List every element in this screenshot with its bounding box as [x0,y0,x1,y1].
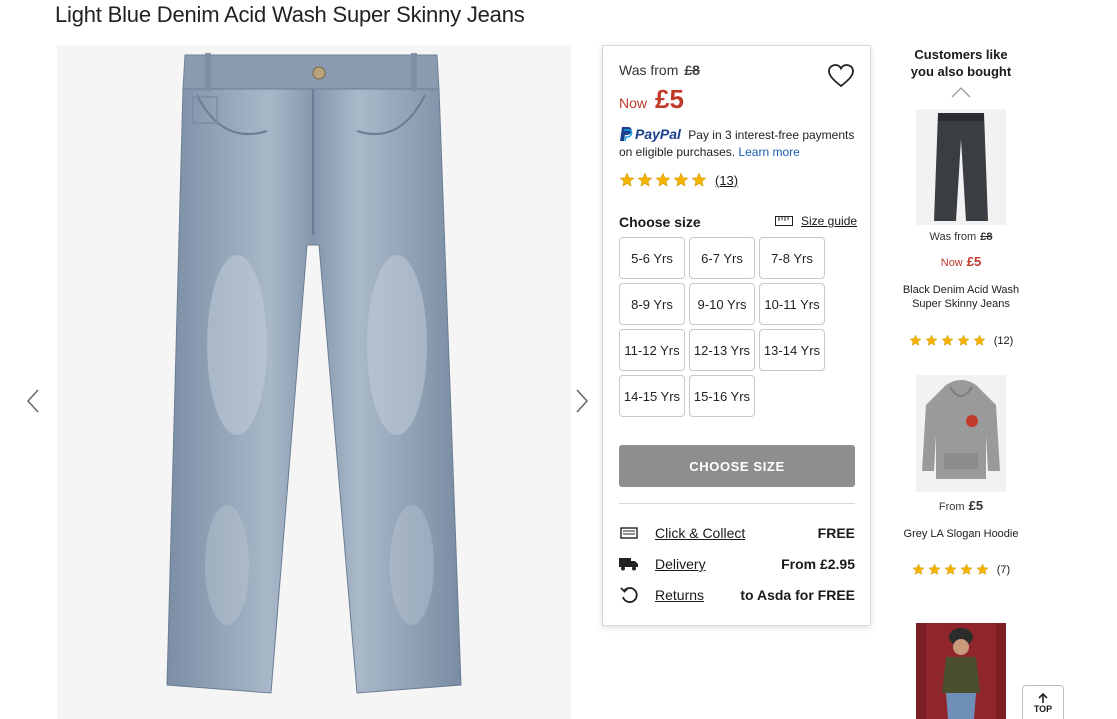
reco-now-price-row: Now £5 [902,254,1020,269]
grey-hoodie-image [922,380,1000,479]
reco-review-count: (7) [996,563,1011,576]
star-icon [637,172,653,188]
truck-icon [619,555,639,573]
recommendations-heading: Customers like you also bought [910,47,1012,79]
reco-item-name[interactable]: Black Denim Acid Wash Super Skinny Jeans [902,283,1020,311]
ruler-icon [775,216,793,226]
purchase-panel: Was from £8 Now £5 PayPal Pay in 3 intere… [602,45,871,626]
star-icon [655,172,671,188]
size-option-button[interactable]: 5-6 Yrs [619,237,685,279]
paypal-logo: PayPal [635,126,681,142]
returns-row: Returns to Asda for FREE [619,584,855,606]
size-option-button[interactable]: 11-12 Yrs [619,329,685,371]
size-option-button[interactable]: 13-14 Yrs [759,329,825,371]
chevron-right-icon [576,389,588,413]
product-rating[interactable]: (13) [619,172,738,188]
star-icon [960,563,973,576]
star-icon [928,563,941,576]
divider [619,503,855,504]
reco-review-count: (12) [993,334,1014,347]
recommendations-up-arrow[interactable] [951,85,971,103]
size-option-button[interactable]: 12-13 Yrs [689,329,755,371]
reco-was-price: £8 [980,231,993,243]
reco-rating-stars [912,563,992,576]
click-collect-link[interactable]: Click & Collect [655,525,818,541]
size-option-button[interactable]: 6-7 Yrs [689,237,755,279]
was-price: £8 [684,62,700,78]
delivery-value: From £2.95 [781,556,855,572]
reco-from-price-row: From £5 [902,498,1020,513]
chevron-left-icon [27,389,39,413]
size-option-button[interactable]: 7-8 Yrs [759,237,825,279]
click-collect-row: Click & Collect FREE [619,522,855,544]
delivery-link[interactable]: Delivery [655,556,781,572]
jeans-image [166,53,462,694]
star-icon [925,334,938,347]
returns-icon [619,586,639,604]
reco-item-name[interactable]: Grey LA Slogan Hoodie [902,527,1020,541]
gallery-prev-arrow[interactable] [21,381,45,421]
size-option-button[interactable]: 14-15 Yrs [619,375,685,417]
paypal-icon [620,127,633,142]
star-icon [944,563,957,576]
boy-outfit-image [916,623,1006,719]
was-label: Was from [619,62,679,78]
reco-from-label: From [938,501,965,513]
choose-size-button[interactable]: CHOOSE SIZE [619,445,855,487]
arrow-up-icon [1038,692,1048,703]
size-option-button[interactable]: 10-11 Yrs [759,283,825,325]
black-jeans-image [934,113,988,221]
reco-item-image[interactable] [916,109,1006,225]
size-option-button[interactable]: 9-10 Yrs [689,283,755,325]
reco-item-image[interactable] [916,375,1006,492]
reco-rating-stars [909,334,989,347]
was-price-row: Was from £8 [619,62,700,78]
reco-item-image[interactable] [916,623,1006,719]
delivery-row: Delivery From £2.95 [619,553,855,575]
reco-item-rating: (7) [902,563,1020,576]
size-option-button[interactable]: 15-16 Yrs [689,375,755,417]
now-price-row: Now £5 [619,84,684,115]
store-icon [619,524,639,542]
rating-stars [619,172,709,188]
product-image[interactable] [57,45,571,719]
product-title: Light Blue Denim Acid Wash Super Skinny … [55,2,525,27]
gallery-next-arrow[interactable] [570,381,594,421]
heart-icon [828,64,854,88]
reco-from-price: £5 [968,498,984,513]
review-count-link[interactable]: (13) [715,173,738,188]
star-icon [912,563,925,576]
now-label: Now [619,95,648,111]
paypal-learn-more-link[interactable]: Learn more [738,145,799,159]
paypal-message: PayPal Pay in 3 interest-free payments o… [619,126,864,161]
back-to-top-button[interactable]: TOP [1022,685,1064,719]
reco-was-price-row: Was from £8 [902,231,1020,243]
star-icon [957,334,970,347]
reco-item-rating: (12) [902,334,1020,347]
now-price: £5 [655,84,684,114]
star-icon [976,563,989,576]
size-guide-label: Size guide [801,214,858,228]
size-option-button[interactable]: 8-9 Yrs [619,283,685,325]
star-icon [619,172,635,188]
returns-link[interactable]: Returns [655,587,740,603]
reco-now-label: Now [940,257,963,269]
reco-was-label: Was from [929,231,977,243]
back-to-top-label: TOP [1033,704,1053,714]
chevron-up-icon [951,87,971,98]
click-collect-value: FREE [817,525,855,541]
size-guide-link[interactable]: Size guide [775,214,857,228]
choose-size-heading: Choose size [619,214,701,230]
wishlist-button[interactable] [827,62,855,90]
reco-now-price: £5 [966,254,982,269]
star-icon [941,334,954,347]
star-icon [691,172,707,188]
star-icon [973,334,986,347]
star-icon [673,172,689,188]
star-icon [909,334,922,347]
returns-value: to Asda for FREE [740,587,855,603]
